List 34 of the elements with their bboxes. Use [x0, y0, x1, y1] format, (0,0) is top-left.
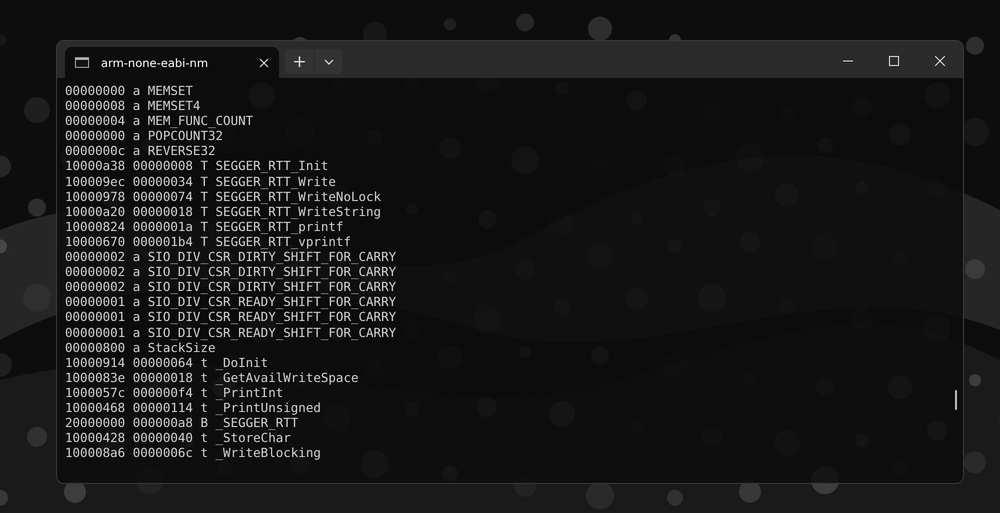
terminal-line: 10000914 00000064 t _DoInit: [65, 354, 270, 370]
new-tab-button[interactable]: +: [285, 49, 314, 74]
terminal-line: 10000468 00000114 t _PrintUnsigned: [65, 400, 322, 416]
terminal-line: 00000000 a POPCOUNT32: [65, 128, 224, 144]
terminal-line: 00000008 a MEMSET4: [65, 98, 202, 114]
terminal-line: 10000428 00000040 t _StoreChar: [65, 430, 292, 446]
terminal-line: 00000002 a SIO_DIV_CSR_DIRTY_SHIFT_FOR_CARRY: [65, 264, 398, 280]
terminal-line: 0000000c a REVERSE32: [65, 143, 217, 158]
terminal-line: 00000800 a StackSize: [65, 340, 216, 355]
terminal-line: 10000978 00000074 T SEGGER_RTT_WriteNoLock: [65, 188, 382, 204]
chevron-icon: [324, 58, 334, 64]
terminal-tab[interactable]: arm-none-eabi-nm: [65, 47, 279, 78]
terminal-line: 10000824 0000001a T SEGGER_RTT_printf: [65, 218, 344, 234]
terminal-line: 10000a20 00000018 T SEGGER_RTT_WriteString: [65, 204, 382, 219]
terminal-line: 00000000 a MEMSET: [65, 83, 194, 98]
terminal-line: 10000670 000001b4 T SEGGER_RTT_vprintf: [65, 234, 352, 250]
terminal-line: 10000a38 00000008 T SEGGER_RTT_Init: [65, 158, 330, 174]
tab-title: arm-none-eabi-nm: [101, 56, 210, 70]
terminal-line: 00000001 a SIO_DIV_CSR_READY_SHIFT_FOR_CARRY: [65, 324, 398, 340]
close-icon[interactable]: [259, 58, 269, 68]
terminal-line: 100008a6 0000006c t _WriteBlocking: [65, 445, 322, 460]
terminal-icon: [75, 57, 89, 68]
terminal-line: 00000001 a SIO_DIV_CSR_READY_SHIFT_FOR_CARRY: [65, 309, 398, 324]
maximize-icon[interactable]: [889, 56, 899, 66]
close-icon[interactable]: [935, 56, 945, 66]
terminal-line: 1000057c 000000f4 t _PrintInt: [65, 384, 284, 400]
terminal-line: 100009ec 00000034 T SEGGER_RTT_Write: [65, 174, 337, 189]
terminal-line: 00000001 a SIO_DIV_CSR_READY_SHIFT_FOR_CARRY: [65, 294, 398, 310]
terminal-line: 20000000 000000a8 B _SEGGER_RTT: [65, 415, 300, 430]
terminal-line: 00000002 a SIO_DIV_CSR_DIRTY_SHIFT_FOR_CARRY: [65, 249, 398, 264]
terminal-line: 00000004 a MEM_FUNC_COUNT: [65, 113, 254, 128]
scrollbar-thumb[interactable]: [955, 390, 957, 410]
terminal-line: 1000083e 00000018 t _GetAvailWriteSpace: [65, 370, 360, 385]
terminal-line: 00000002 a SIO_DIV_CSR_DIRTY_SHIFT_FOR_CARRY: [65, 279, 398, 294]
